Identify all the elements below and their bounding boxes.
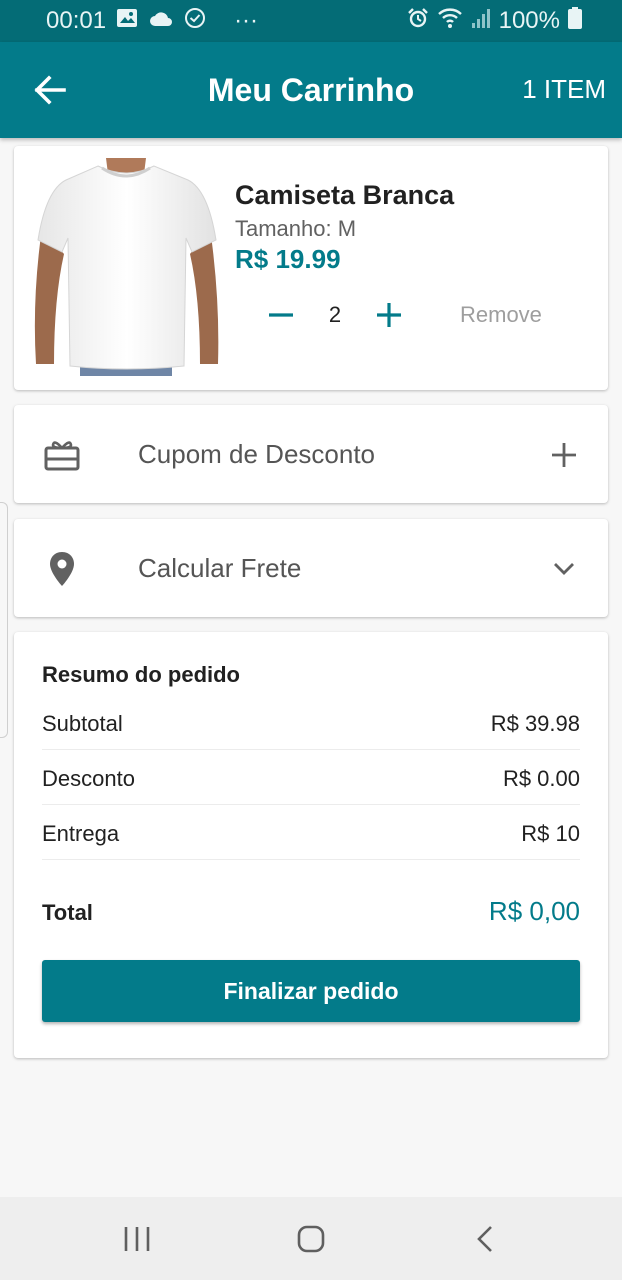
home-icon xyxy=(297,1225,325,1253)
cloud-icon xyxy=(148,7,174,35)
coupon-label: Cupom de Desconto xyxy=(138,439,376,469)
signal-icon xyxy=(471,7,491,36)
summary-title: Resumo do pedido xyxy=(42,662,240,687)
battery-level: 100% xyxy=(498,7,560,34)
summary-value: R$ 10 xyxy=(521,821,580,846)
wifi-icon xyxy=(437,7,463,36)
product-price: R$ 19.99 xyxy=(235,244,341,274)
cart-item-card: Camiseta Branca Tamanho: M R$ 19.99 2 Re… xyxy=(14,146,608,390)
product-size: Tamanho: M xyxy=(235,216,357,241)
summary-row-discount: Desconto R$ 0.00 xyxy=(42,750,580,805)
total-label: Total xyxy=(42,900,93,925)
add-coupon-button[interactable] xyxy=(544,435,584,475)
summary-value: R$ 39.98 xyxy=(490,711,580,736)
recent-apps-icon xyxy=(124,1227,150,1251)
product-image xyxy=(28,158,224,376)
cart-item-count: 1 ITEM xyxy=(522,74,606,104)
plus-icon xyxy=(377,303,401,327)
shipping-label: Calcular Frete xyxy=(138,553,302,583)
summary-label: Entrega xyxy=(42,821,120,846)
order-summary-card: Resumo do pedido Subtotal R$ 39.98 Desco… xyxy=(14,632,608,1058)
summary-label: Subtotal xyxy=(42,711,123,736)
remove-item-button[interactable]: Remove xyxy=(460,302,542,328)
quantity-value: 2 xyxy=(328,302,342,327)
coupon-row[interactable]: Cupom de Desconto xyxy=(14,405,608,503)
edge-panel-handle[interactable] xyxy=(0,502,8,738)
increase-quantity-button[interactable] xyxy=(372,298,406,332)
decrease-quantity-button[interactable] xyxy=(264,298,298,332)
total-value: R$ 0,00 xyxy=(488,896,580,926)
product-name: Camiseta Branca xyxy=(235,180,455,210)
arrow-left-icon xyxy=(34,75,66,105)
status-bar: 00:01 ··· 100% xyxy=(0,0,622,42)
recent-apps-button[interactable] xyxy=(115,1217,159,1261)
shipping-row[interactable]: Calcular Frete xyxy=(14,519,608,617)
summary-row-subtotal: Subtotal R$ 39.98 xyxy=(42,695,580,750)
minus-icon xyxy=(269,313,293,317)
summary-row-total: Total R$ 0,00 xyxy=(42,896,580,936)
chevron-down-icon xyxy=(554,563,574,575)
checkout-button[interactable]: Finalizar pedido xyxy=(42,960,580,1022)
home-button[interactable] xyxy=(289,1217,333,1261)
summary-label: Desconto xyxy=(42,766,135,791)
summary-value: R$ 0.00 xyxy=(502,766,580,791)
chevron-left-icon xyxy=(477,1226,492,1252)
check-circle-icon xyxy=(184,7,206,36)
status-time: 00:01 xyxy=(46,7,107,34)
summary-row-delivery: Entrega R$ 10 xyxy=(42,805,580,860)
image-icon xyxy=(116,7,138,35)
battery-icon xyxy=(568,6,582,36)
alarm-icon xyxy=(407,7,429,36)
system-nav-bar xyxy=(0,1197,622,1280)
gift-card-icon xyxy=(42,435,82,475)
location-pin-icon xyxy=(42,549,82,589)
app-bar: Meu Carrinho 1 ITEM xyxy=(0,42,622,138)
expand-shipping-button[interactable] xyxy=(544,549,584,589)
back-nav-button[interactable] xyxy=(463,1217,507,1261)
plus-icon xyxy=(552,443,576,467)
more-notifications: ··· xyxy=(234,7,259,34)
back-button[interactable] xyxy=(28,68,72,112)
